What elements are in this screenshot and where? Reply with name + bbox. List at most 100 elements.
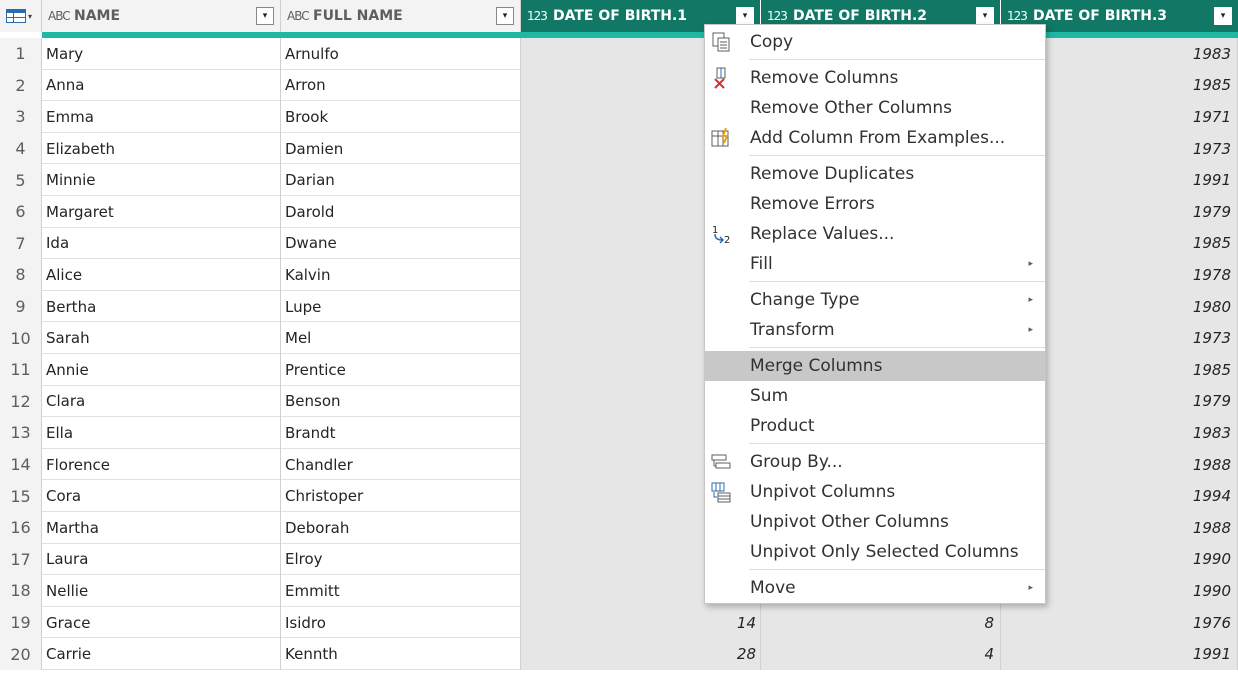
cell-full-name[interactable]: Prentice (281, 354, 521, 386)
menu-item-label: Unpivot Other Columns (750, 512, 949, 532)
unpivot-columns-icon (709, 480, 733, 504)
cell-name[interactable]: Ella (42, 417, 281, 449)
cell-name[interactable]: Alice (42, 259, 281, 291)
number-type-icon[interactable]: 123 (527, 9, 553, 23)
cell-full-name[interactable]: Darold (281, 196, 521, 228)
menu-item-label: Product (750, 416, 815, 436)
menu-item-copy[interactable]: Copy (705, 27, 1045, 57)
copy-icon (709, 30, 733, 54)
menu-separator (749, 569, 1045, 570)
table-row: 15 Cora Christoper 1994 (0, 480, 1238, 512)
cell-name[interactable]: Minnie (42, 164, 281, 196)
cell-full-name[interactable]: Brandt (281, 417, 521, 449)
cell-full-name[interactable]: Arnulfo (281, 38, 521, 70)
cell-name[interactable]: Nellie (42, 575, 281, 607)
row-number: 6 (0, 196, 42, 228)
cell-full-name[interactable]: Damien (281, 132, 521, 165)
menu-item-merge-columns[interactable]: Merge Columns (705, 351, 1045, 381)
table-row: 19 Grace Isidro 14 8 1976 (0, 606, 1238, 639)
cell-name[interactable]: Grace (42, 606, 281, 639)
cell-name[interactable]: Carrie (42, 638, 281, 670)
menu-item-remove-other-columns[interactable]: Remove Other Columns (705, 93, 1045, 123)
filter-dropdown-icon[interactable]: ▾ (976, 7, 994, 25)
row-number: 3 (0, 101, 42, 133)
cell-date-of-birth-3[interactable]: 1976 (1001, 606, 1238, 639)
cell-name[interactable]: Laura (42, 543, 281, 576)
filter-dropdown-icon[interactable]: ▾ (1214, 7, 1232, 25)
cell-name[interactable]: Sarah (42, 322, 281, 354)
cell-date-of-birth-1[interactable]: 28 (521, 638, 761, 670)
cell-name[interactable]: Martha (42, 512, 281, 544)
number-type-icon[interactable]: 123 (1007, 9, 1033, 23)
cell-full-name[interactable]: Emmitt (281, 575, 521, 607)
cell-date-of-birth-3[interactable]: 1991 (1001, 638, 1238, 670)
cell-full-name[interactable]: Deborah (281, 512, 521, 544)
cell-full-name[interactable]: Christoper (281, 480, 521, 512)
menu-item-label: Unpivot Columns (750, 482, 896, 502)
menu-item-label: Fill (750, 254, 773, 274)
submenu-arrow-icon: ▸ (1028, 325, 1033, 335)
cell-full-name[interactable]: Kennth (281, 638, 521, 670)
cell-full-name[interactable]: Mel (281, 322, 521, 354)
cell-full-name[interactable]: Elroy (281, 543, 521, 576)
cell-name[interactable]: Cora (42, 480, 281, 512)
text-type-icon[interactable]: ABC (287, 9, 313, 23)
filter-dropdown-icon[interactable]: ▾ (736, 7, 754, 25)
number-type-icon[interactable]: 123 (767, 9, 793, 23)
filter-dropdown-icon[interactable]: ▾ (256, 7, 274, 25)
menu-item-remove-columns[interactable]: Remove Columns (705, 63, 1045, 93)
column-header-name[interactable]: ABC NAME ▾ (42, 0, 281, 32)
table-menu-button[interactable]: ▾ (0, 0, 42, 32)
cell-full-name[interactable]: Brook (281, 101, 521, 133)
menu-item-unpivot-only-selected-columns[interactable]: Unpivot Only Selected Columns (705, 537, 1045, 567)
menu-item-remove-duplicates[interactable]: Remove Duplicates (705, 159, 1045, 189)
cell-name[interactable]: Bertha (42, 290, 281, 323)
menu-item-group-by[interactable]: Group By... (705, 447, 1045, 477)
cell-full-name[interactable]: Arron (281, 69, 521, 102)
table-row: 12 Clara Benson 1979 (0, 385, 1238, 418)
cell-name[interactable]: Emma (42, 101, 281, 133)
column-header-full-name[interactable]: ABC FULL NAME ▾ (281, 0, 521, 32)
menu-item-unpivot-other-columns[interactable]: Unpivot Other Columns (705, 507, 1045, 537)
cell-date-of-birth-2[interactable]: 4 (761, 638, 1001, 670)
cell-name[interactable]: Mary (42, 38, 281, 70)
menu-item-unpivot-columns[interactable]: Unpivot Columns (705, 477, 1045, 507)
cell-full-name[interactable]: Dwane (281, 227, 521, 260)
menu-item-label: Remove Errors (750, 194, 875, 214)
cell-full-name[interactable]: Benson (281, 385, 521, 418)
table-row: 2 Anna Arron 1985 (0, 69, 1238, 102)
filter-dropdown-icon[interactable]: ▾ (496, 7, 514, 25)
menu-item-replace-values[interactable]: 1 2 Replace Values... (705, 219, 1045, 249)
column-header-label: DATE OF BIRTH.1 (553, 8, 688, 24)
cell-full-name[interactable]: Chandler (281, 448, 521, 481)
cell-date-of-birth-2[interactable]: 8 (761, 606, 1001, 639)
add-column-examples-icon (709, 126, 733, 150)
cell-name[interactable]: Elizabeth (42, 132, 281, 165)
menu-separator (749, 59, 1045, 60)
row-number: 16 (0, 512, 42, 544)
menu-item-add-column-from-examples[interactable]: Add Column From Examples... (705, 123, 1045, 153)
cell-name[interactable]: Florence (42, 448, 281, 481)
cell-name[interactable]: Margaret (42, 196, 281, 228)
cell-full-name[interactable]: Darian (281, 164, 521, 196)
menu-item-fill[interactable]: Fill ▸ (705, 249, 1045, 279)
cell-name[interactable]: Clara (42, 385, 281, 418)
menu-item-remove-errors[interactable]: Remove Errors (705, 189, 1045, 219)
column-header-label: DATE OF BIRTH.3 (1033, 8, 1168, 24)
menu-item-change-type[interactable]: Change Type ▸ (705, 285, 1045, 315)
table-row: 8 Alice Kalvin 1978 (0, 259, 1238, 291)
group-by-icon (709, 450, 733, 474)
cell-full-name[interactable]: Isidro (281, 606, 521, 639)
cell-date-of-birth-1[interactable]: 14 (521, 606, 761, 639)
menu-item-transform[interactable]: Transform ▸ (705, 315, 1045, 345)
column-header-label: DATE OF BIRTH.2 (793, 8, 928, 24)
text-type-icon[interactable]: ABC (48, 9, 74, 23)
menu-item-move[interactable]: Move ▸ (705, 573, 1045, 603)
cell-name[interactable]: Annie (42, 354, 281, 386)
menu-item-sum[interactable]: Sum (705, 381, 1045, 411)
cell-full-name[interactable]: Kalvin (281, 259, 521, 291)
cell-name[interactable]: Anna (42, 69, 281, 102)
menu-item-product[interactable]: Product (705, 411, 1045, 441)
cell-name[interactable]: Ida (42, 227, 281, 260)
cell-full-name[interactable]: Lupe (281, 290, 521, 323)
